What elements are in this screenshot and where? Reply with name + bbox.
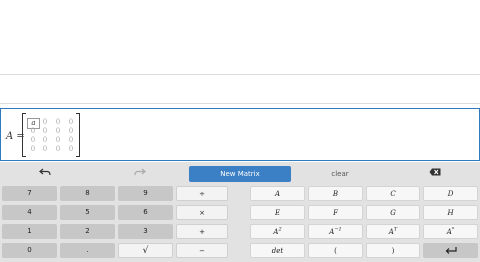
matrix-cell[interactable]: 0 <box>39 127 51 136</box>
clear-button[interactable]: clear <box>315 166 365 182</box>
key-a-inverse[interactable]: A−1 <box>308 224 363 239</box>
matrix-cell[interactable]: 0 <box>65 118 77 127</box>
new-matrix-button[interactable]: New Matrix <box>189 166 291 182</box>
undo-button[interactable] <box>30 166 60 182</box>
key-superscript: −1 <box>334 226 342 233</box>
key-B[interactable]: B <box>308 186 363 201</box>
key-G[interactable]: G <box>366 205 420 220</box>
key-superscript: * <box>451 226 455 233</box>
matrix-cell[interactable]: 0 <box>39 136 51 145</box>
matrix-editor[interactable]: A = a 0 0 0 0 0 0 0 0 0 0 0 0 0 0 0 <box>0 108 480 161</box>
backspace-icon <box>429 168 441 176</box>
matrix-cell[interactable]: 0 <box>27 136 39 145</box>
matrix-cell[interactable]: 0 <box>52 118 64 127</box>
key-8[interactable]: 8 <box>60 186 115 201</box>
key-right-paren[interactable]: ) <box>366 243 420 258</box>
matrix-cell[interactable]: 0 <box>65 145 77 154</box>
undo-arrow-icon <box>39 168 51 176</box>
matrix-cell[interactable]: 0 <box>52 136 64 145</box>
divider <box>0 103 480 104</box>
matrix-cell[interactable]: 0 <box>65 127 77 136</box>
key-6[interactable]: 6 <box>118 205 173 220</box>
key-plus[interactable]: + <box>176 224 228 239</box>
key-9[interactable]: 9 <box>118 186 173 201</box>
key-a-conjugate[interactable]: A* <box>423 224 478 239</box>
key-4[interactable]: 4 <box>2 205 57 220</box>
math-keyboard: New Matrix clear 7 8 9 4 5 6 1 2 3 0 . √… <box>0 162 480 262</box>
matrix-cell[interactable]: 0 <box>52 127 64 136</box>
key-a-transpose[interactable]: AT <box>366 224 420 239</box>
matrix-cell[interactable]: 0 <box>27 145 39 154</box>
matrix-cell[interactable]: 0 <box>27 127 39 136</box>
key-superscript: T <box>393 226 398 233</box>
key-minus[interactable]: − <box>176 243 228 258</box>
key-A[interactable]: A <box>250 186 305 201</box>
key-multiply[interactable]: × <box>176 205 228 220</box>
key-det[interactable]: det <box>250 243 305 258</box>
redo-arrow-icon <box>134 168 146 176</box>
key-C[interactable]: C <box>366 186 420 201</box>
key-2[interactable]: 2 <box>60 224 115 239</box>
enter-button[interactable] <box>423 243 478 258</box>
key-E[interactable]: E <box>250 205 305 220</box>
key-7[interactable]: 7 <box>2 186 57 201</box>
divider <box>0 74 480 75</box>
key-left-paren[interactable]: ( <box>308 243 363 258</box>
key-decimal[interactable]: . <box>60 243 115 258</box>
key-H[interactable]: H <box>423 205 478 220</box>
key-divide[interactable]: ÷ <box>176 186 228 201</box>
key-1[interactable]: 1 <box>2 224 57 239</box>
matrix-grid[interactable]: a 0 0 0 0 0 0 0 0 0 0 0 0 0 0 0 <box>22 113 80 157</box>
key-D[interactable]: D <box>423 186 478 201</box>
matrix-cell[interactable]: 0 <box>52 145 64 154</box>
enter-return-icon <box>445 247 457 254</box>
matrix-cell[interactable]: 0 <box>39 118 51 127</box>
backspace-button[interactable] <box>420 166 450 182</box>
matrix-cell[interactable]: 0 <box>39 145 51 154</box>
redo-button[interactable] <box>125 166 155 182</box>
left-bracket <box>22 113 26 157</box>
key-a-squared[interactable]: A2 <box>250 224 305 239</box>
matrix-cell[interactable]: 0 <box>65 136 77 145</box>
key-5[interactable]: 5 <box>60 205 115 220</box>
key-3[interactable]: 3 <box>118 224 173 239</box>
key-sqrt[interactable]: √ <box>118 243 173 258</box>
key-0[interactable]: 0 <box>2 243 57 258</box>
key-F[interactable]: F <box>308 205 363 220</box>
key-superscript: 2 <box>278 226 282 233</box>
